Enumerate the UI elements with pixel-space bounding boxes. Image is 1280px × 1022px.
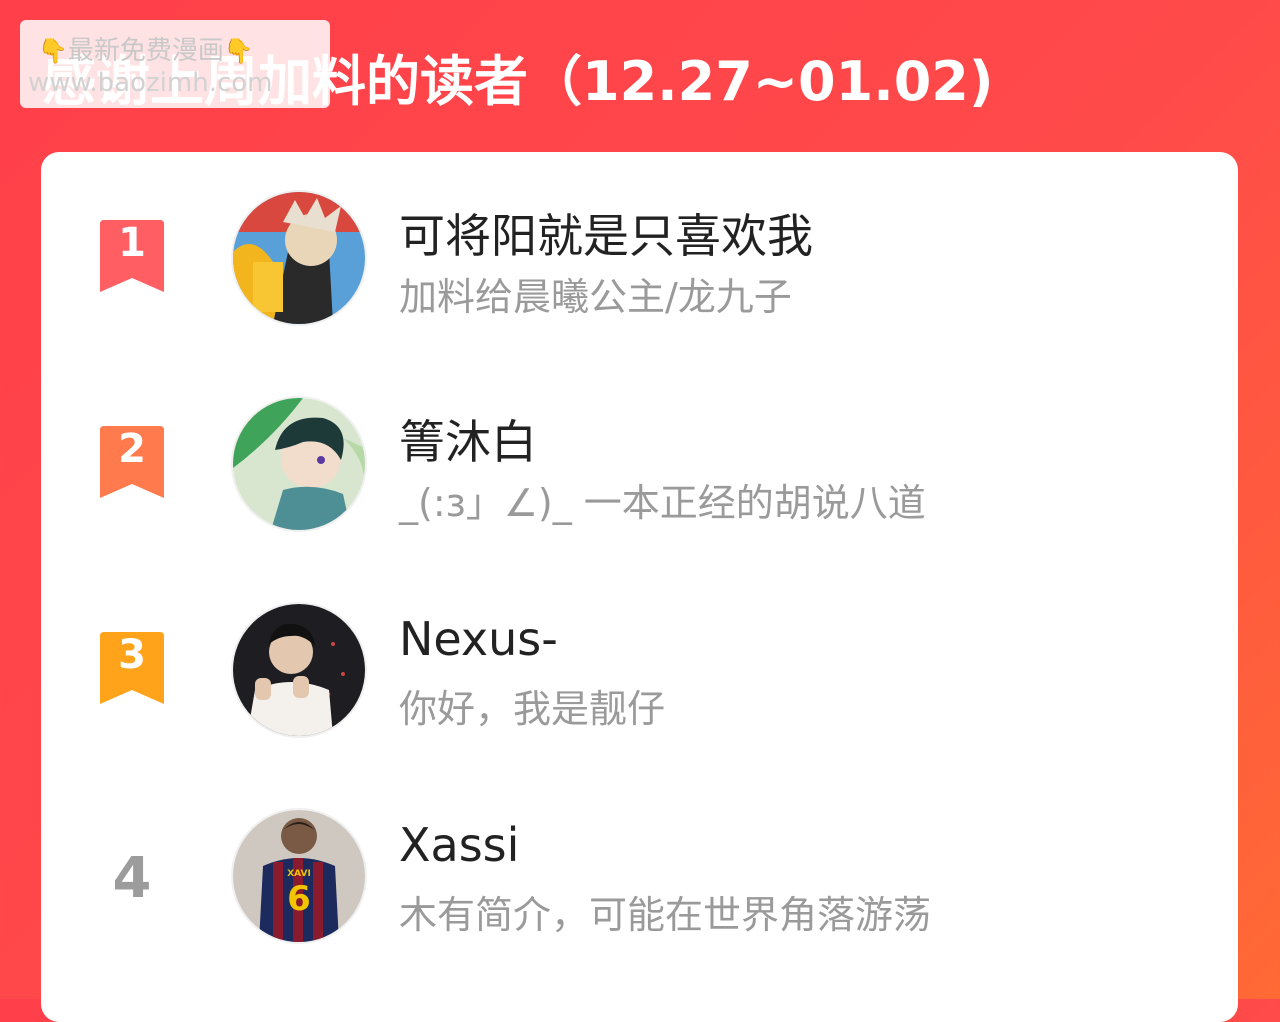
reader-name: 可将阳就是只喜欢我: [399, 209, 813, 263]
pointing-down-hand-icon: 👇: [38, 37, 68, 65]
reader-name: Nexus-: [399, 612, 558, 666]
reader-name: 箐沐白: [399, 415, 537, 469]
rank-number: 3: [118, 632, 146, 678]
football-player-avatar-icon: 6 XAVI: [233, 810, 365, 942]
reader-description: 木有简介，可能在世界角落游荡: [399, 893, 932, 937]
anime-boy-avatar-icon: [233, 398, 365, 530]
avatar[interactable]: [231, 190, 367, 326]
rank-ribbon-1: 1: [98, 220, 166, 294]
rank-number: 4: [112, 846, 152, 911]
list-item[interactable]: 2 箐沐白 _(:з」∠)_ 一本正经的胡说八道: [41, 396, 1238, 538]
rank-number: 1: [118, 220, 146, 266]
reader-description: _(:з」∠)_ 一本正经的胡说八道: [399, 481, 926, 525]
anime-character-avatar-icon: [233, 192, 365, 324]
list-item[interactable]: 4 6 XAVI Xassi 木有简介，可能在世界角落游荡: [41, 808, 1238, 950]
avatar[interactable]: [231, 396, 367, 532]
reader-list-card: 1 可将阳就是只喜欢我 加料给晨曦公主/龙九子 2 箐沐白 _(:з」∠)_ 一…: [41, 152, 1238, 1022]
person-photo-avatar-icon: [233, 604, 365, 736]
watermark-text: 最新免费漫画: [67, 36, 224, 66]
avatar[interactable]: 6 XAVI: [231, 808, 367, 944]
svg-text:XAVI: XAVI: [287, 869, 311, 879]
watermark-overlay: 👇最新免费漫画👇 www.baozimh.com: [20, 20, 330, 108]
rank-ribbon-3: 3: [98, 632, 166, 706]
svg-text:6: 6: [287, 879, 311, 919]
watermark-url: www.baozimh.com: [28, 68, 273, 98]
reader-description: 加料给晨曦公主/龙九子: [399, 275, 792, 319]
list-item[interactable]: 3 Nexus- 你好，我是靓仔: [41, 602, 1238, 744]
rank-ribbon-2: 2: [98, 426, 166, 500]
avatar[interactable]: [231, 602, 367, 738]
rank-number: 2: [118, 426, 146, 472]
reader-description: 你好，我是靓仔: [399, 687, 666, 731]
pointing-down-hand-icon: 👇: [223, 37, 254, 65]
reader-name: Xassi: [399, 818, 520, 872]
list-item[interactable]: 1 可将阳就是只喜欢我 加料给晨曦公主/龙九子: [41, 190, 1238, 332]
